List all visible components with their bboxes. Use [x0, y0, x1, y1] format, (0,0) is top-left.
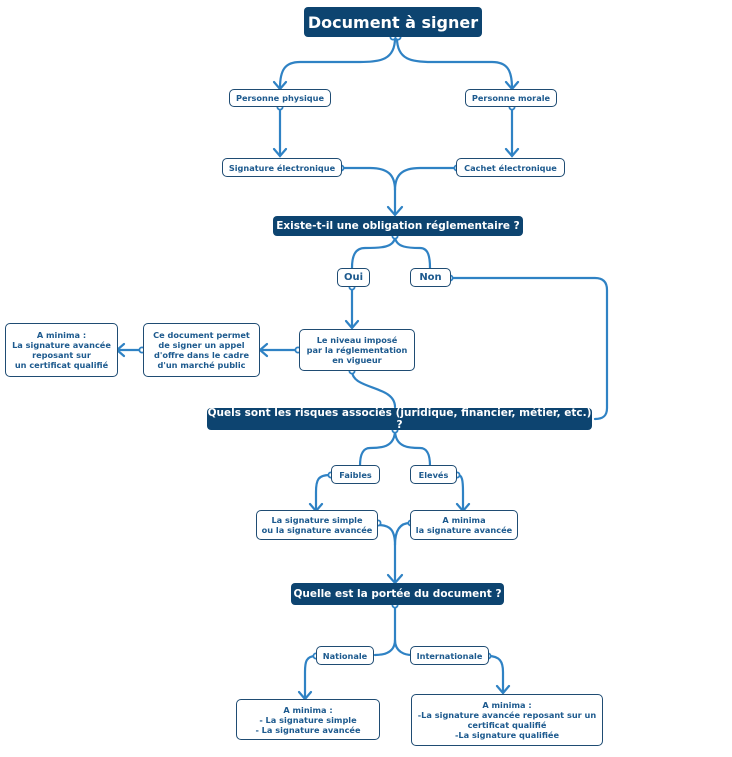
connector-non-risques [448, 276, 609, 421]
title-node[interactable]: Document à signer [304, 7, 482, 37]
node-nationale[interactable]: Nationale [316, 646, 374, 665]
connector-niveau-risques [350, 369, 397, 409]
node-aminima-certificat-qualifie[interactable]: A minima : La signature avancée reposant… [5, 323, 118, 377]
node-personne-physique[interactable]: Personne physique [229, 89, 331, 107]
question-risques[interactable]: Quels sont les risques associés (juridiq… [207, 407, 592, 431]
connector-title-physique [278, 36, 397, 90]
node-signature-simple-ou-avancee[interactable]: La signature simple ou la signature avan… [256, 510, 378, 540]
question-portee[interactable]: Quelle est la portée du document ? [291, 583, 504, 605]
node-resultat-nationale[interactable]: A minima : - La signature simple - La si… [236, 699, 380, 740]
node-marche-public[interactable]: Ce document permet de signer un appel d'… [143, 323, 260, 377]
connector-obligation-non [393, 234, 432, 270]
connector-simple-portee [376, 523, 397, 584]
node-internationale[interactable]: Internationale [410, 646, 489, 665]
node-eleves[interactable]: Elevés [410, 465, 457, 484]
node-resultat-internationale[interactable]: A minima : -La signature avancée reposan… [411, 694, 603, 746]
node-niveau-impose[interactable]: Le niveau imposé par la réglementation e… [299, 329, 415, 371]
node-signature-electronique[interactable]: Signature électronique [222, 158, 342, 177]
node-personne-morale[interactable]: Personne morale [465, 89, 557, 107]
connector-risques-eleves [393, 428, 432, 468]
node-non[interactable]: Non [410, 268, 451, 287]
connector-faibles-simple [314, 473, 332, 512]
connector-risques-faibles [358, 428, 397, 468]
connector-internationale-result [486, 654, 505, 694]
node-cachet-electronique[interactable]: Cachet électronique [456, 158, 565, 177]
node-faibles[interactable]: Faibles [331, 465, 380, 484]
connector-title-morale [395, 36, 514, 90]
connector-obligation-oui [350, 234, 397, 270]
connector-aminima-portee [393, 521, 412, 547]
connector-layer [115, 33, 609, 701]
node-oui[interactable]: Oui [337, 268, 370, 287]
connector-cachet-obligation [393, 166, 457, 192]
connector-portee-nationale [373, 603, 397, 657]
node-aminima-signature-avancee[interactable]: A minima la signature avancée [410, 510, 518, 540]
question-obligation[interactable]: Existe-t-il une obligation réglementaire… [273, 216, 523, 236]
